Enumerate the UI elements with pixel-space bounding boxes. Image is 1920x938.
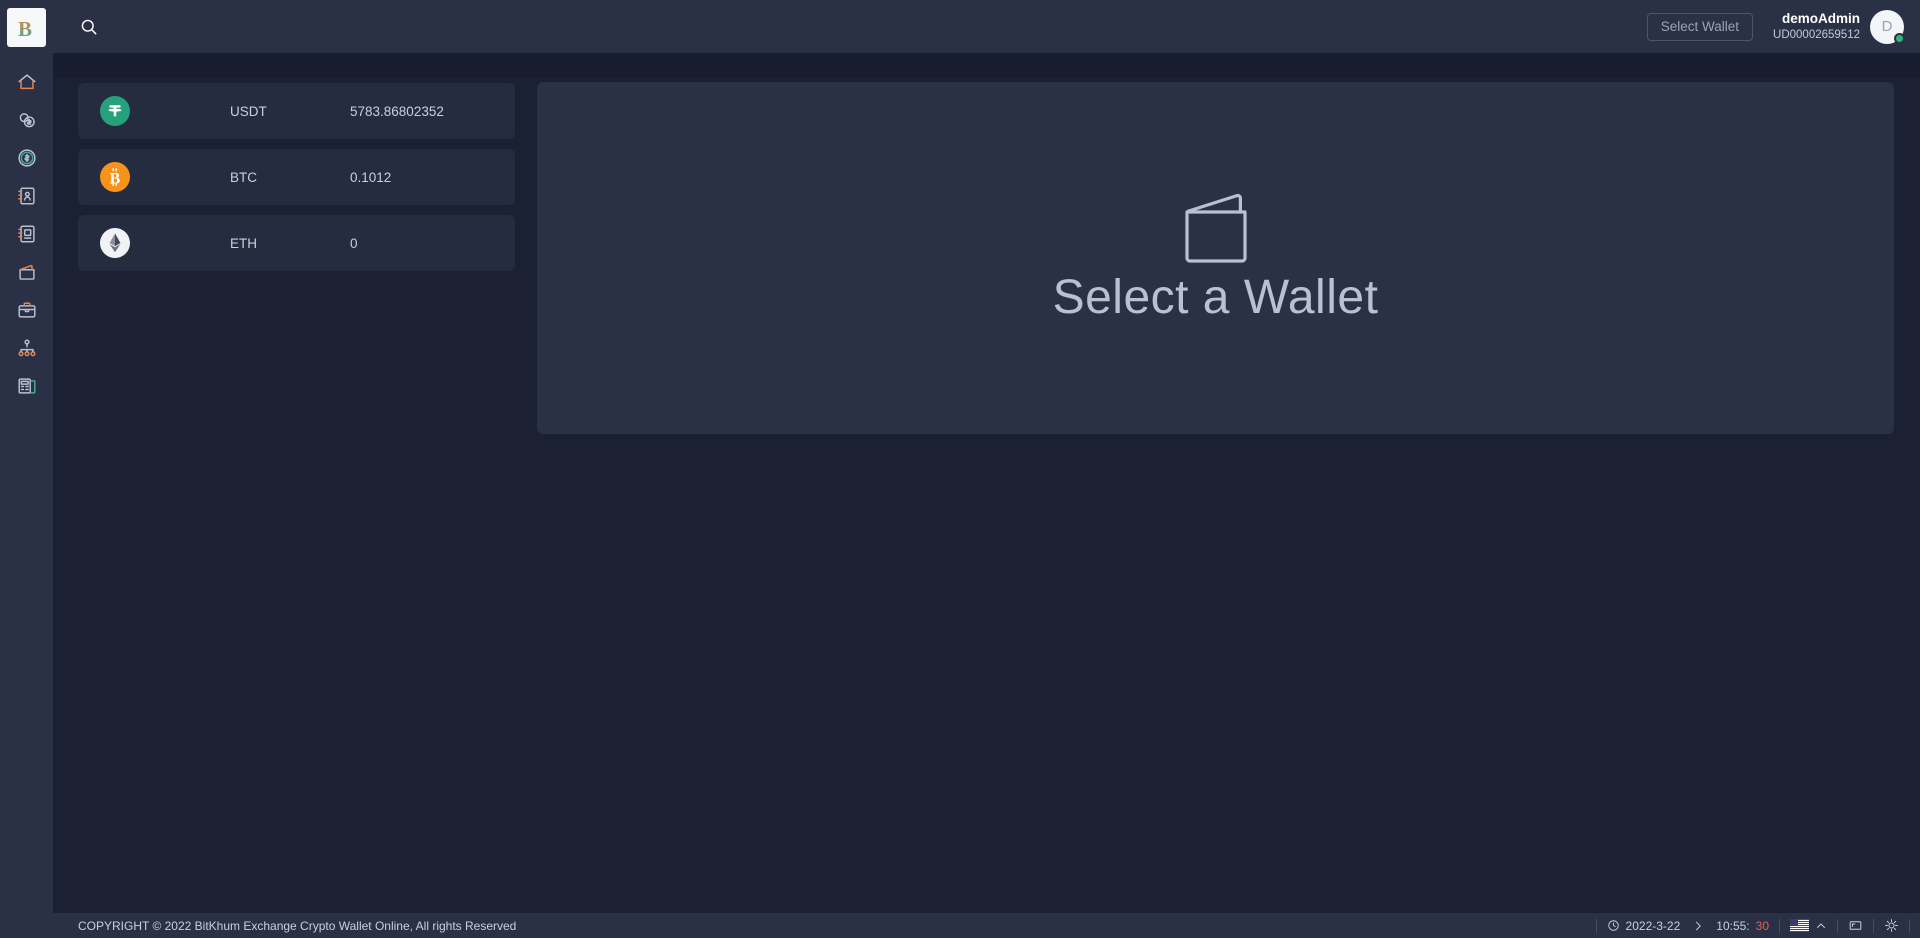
briefcase-icon	[17, 302, 36, 318]
home-icon	[17, 74, 36, 90]
status-bar: COPYRIGHT © 2022 BitKhum Exchange Crypto…	[0, 913, 1920, 938]
page-title: Select a Wallet	[1052, 270, 1379, 324]
coin-symbol: BTC	[230, 169, 257, 185]
chevron-right-icon	[1696, 921, 1701, 930]
tab-strip[interactable]	[53, 53, 1920, 78]
list-item[interactable]: USDT 5783.86802352	[78, 83, 515, 139]
search-icon	[81, 19, 97, 34]
us-flag-icon	[1790, 919, 1809, 932]
page-body: USDT 5783.86802352 B BTC 0.1012 ETH 0 Se…	[53, 78, 1920, 913]
svg-text:B: B	[110, 171, 121, 188]
copyright-text: COPYRIGHT © 2022 BitKhum Exchange Crypto…	[78, 918, 517, 933]
divider	[1837, 918, 1838, 933]
sun-icon	[1885, 919, 1898, 932]
footer-time: 10:55:	[1716, 918, 1750, 933]
theme-toggle[interactable]	[1884, 918, 1899, 933]
list-item[interactable]: B BTC 0.1012	[78, 149, 515, 205]
wallet-detail-panel: Select a Wallet	[537, 82, 1894, 434]
footer-date: 2022-3-22	[1625, 918, 1681, 933]
app-root: B Select Wallet demoAdmin UD00002659512 …	[0, 0, 1920, 938]
divider	[1873, 918, 1874, 933]
svg-text:B: B	[18, 17, 32, 41]
coin-symbol: USDT	[230, 103, 267, 119]
top-header: Select Wallet demoAdmin UD00002659512 D	[53, 0, 1920, 53]
wallet-outline-icon	[1173, 192, 1259, 264]
notebook-icon	[17, 225, 35, 243]
coin-balance: 0.1012	[350, 169, 392, 185]
clock-icon	[1607, 920, 1619, 931]
sidebar-item-coins[interactable]	[0, 101, 53, 139]
user-menu[interactable]: demoAdmin UD00002659512 D	[1773, 9, 1905, 44]
btc-icon: B	[100, 162, 130, 192]
sidebar-item-ledger[interactable]	[0, 215, 53, 253]
report-icon	[17, 378, 36, 394]
sidebar-item-wallet[interactable]	[0, 253, 53, 291]
wallet-list: USDT 5783.86802352 B BTC 0.1012 ETH 0	[78, 83, 515, 281]
coin-dollar-icon	[17, 149, 36, 167]
coins-icon	[19, 113, 35, 128]
user-info: demoAdmin UD00002659512	[1773, 11, 1860, 42]
eth-icon	[100, 228, 130, 258]
app-logo[interactable]: B	[7, 8, 46, 47]
user-id: UD00002659512	[1773, 28, 1860, 41]
sidebar-item-home[interactable]	[0, 63, 53, 101]
divider	[1779, 918, 1780, 933]
sidebar-item-organization[interactable]	[0, 329, 53, 367]
divider	[1909, 918, 1910, 933]
coin-balance: 0	[350, 235, 358, 251]
fullscreen-toggle[interactable]	[1848, 918, 1863, 933]
contact-book-icon	[17, 187, 35, 205]
avatar-wrapper[interactable]: D	[1870, 9, 1905, 44]
list-item[interactable]: ETH 0	[78, 215, 515, 271]
wallet-icon	[18, 264, 35, 280]
footer-time-seconds: 30	[1755, 918, 1769, 933]
datetime-indicator[interactable]: 2022-3-22 10:55: 30	[1607, 919, 1769, 933]
usdt-icon	[100, 96, 130, 126]
sidebar-item-currency[interactable]	[0, 139, 53, 177]
sidebar-item-contacts[interactable]	[0, 177, 53, 215]
chevron-up-icon	[1817, 923, 1825, 928]
status-bar-right: 2022-3-22 10:55: 30	[1586, 913, 1920, 938]
select-wallet-button[interactable]: Select Wallet	[1646, 12, 1754, 41]
coin-symbol: ETH	[230, 235, 257, 251]
user-name: demoAdmin	[1781, 10, 1860, 26]
online-status-dot	[1894, 32, 1905, 44]
divider	[1595, 918, 1597, 933]
sidebar: B	[0, 0, 53, 938]
sitemap-icon	[17, 339, 36, 357]
fullscreen-icon	[1849, 921, 1862, 930]
logo-b-icon: B	[18, 17, 32, 41]
search-button[interactable]	[63, 0, 115, 53]
sidebar-item-portfolio[interactable]	[0, 291, 53, 329]
language-switcher[interactable]	[1790, 919, 1827, 932]
sidebar-item-reports[interactable]	[0, 367, 53, 405]
coin-balance: 5783.86802352	[350, 103, 444, 119]
